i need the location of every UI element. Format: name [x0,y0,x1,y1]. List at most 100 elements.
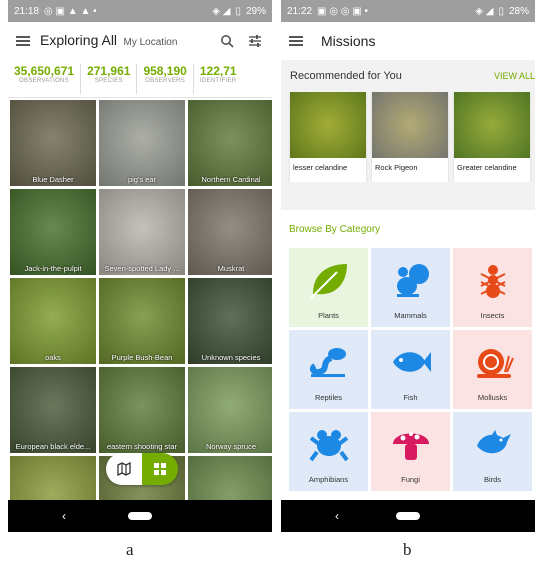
stat-observers[interactable]: 958,190 OBSERVERS [137,64,194,94]
location-text: My Location [123,37,178,48]
home-pill-icon[interactable] [396,512,420,520]
species-card[interactable]: Greater celandine [454,92,530,182]
category-label: Insects [480,311,505,320]
battery-icon: ▯ [498,5,504,17]
category-label: Plants [318,311,339,320]
species-card[interactable]: lesser celandine [290,92,366,182]
back-icon[interactable]: ‹ [62,509,66,523]
snail-icon [471,330,515,393]
observation-label: Unknown species [201,353,261,362]
search-icon[interactable] [218,32,236,50]
grid-icon [154,463,166,475]
stat-observations[interactable]: 35,650,671 OBSERVATIONS [8,64,82,94]
phone-screen-explore: 21:18 ◎ ▣ ▲ ▲ • ◈ ◢ ▯ 29% Exploring All … [8,0,272,532]
squirrel-icon [389,248,433,311]
observation-tile[interactable]: Unknown species [188,278,272,364]
leaf-icon [307,248,351,311]
stat-label: OBSERVERS [145,78,186,84]
observation-tile[interactable]: oaks [10,278,96,364]
observation-tile[interactable]: Jack-in-the-pulpit [10,189,96,275]
observation-label: eastern shooting star [106,442,178,451]
grid-view-button[interactable] [142,453,178,485]
recommended-cards: lesser celandine Rock Pigeon Greater celan… [285,92,535,182]
observation-tile[interactable]: European black elde... [10,367,96,453]
category-label: Birds [483,475,502,484]
browse-title: Browse By Category [289,224,381,235]
observation-tile[interactable]: Northern Cardinal [188,100,272,186]
observation-tile[interactable]: pig's ear [99,100,185,186]
mushroom-icon [389,412,433,475]
status-bar: 21:18 ◎ ▣ ▲ ▲ • ◈ ◢ ▯ 29% [8,0,272,22]
notification-icons: ◎ ▣ ▲ ▲ • [44,5,97,17]
category-mammals[interactable]: Mammals [371,248,450,327]
home-pill-icon[interactable] [128,512,152,520]
species-name: lesser celandine [293,163,348,172]
frog-icon [307,412,351,475]
signal-icon: ◈ ◢ [475,5,494,17]
fish-icon [389,330,433,393]
category-reptiles[interactable]: Reptiles [289,330,368,409]
battery-level: 29% [245,5,266,17]
observation-label: Purple Bush-Bean [111,353,173,362]
observation-tile[interactable]: Muskrat [188,189,272,275]
stat-value: 958,190 [143,64,187,78]
category-label: Reptiles [314,393,343,402]
observation-tile[interactable]: eastern shooting star [99,367,185,453]
panel-label-b: b [403,540,412,559]
category-fungi[interactable]: Fungi [371,412,450,491]
status-time: 21:18 [14,5,40,17]
category-mollusks[interactable]: Mollusks [453,330,532,409]
species-photo [372,92,448,158]
view-all-link[interactable]: VIEW ALL [494,71,535,81]
stat-value: 122,71 [199,64,237,78]
stat-value: 271,961 [87,64,131,78]
observation-tile[interactable]: Norway spruce [188,367,272,453]
menu-icon[interactable] [289,36,303,46]
back-icon[interactable]: ‹ [335,509,339,523]
stat-label: OBSERVATIONS [19,78,69,84]
stat-species[interactable]: 271,961 SPECIES [81,64,138,94]
menu-icon[interactable] [16,36,30,46]
category-plants[interactable]: Plants [289,248,368,327]
stat-identifiers[interactable]: 122,71 IDENTIFIER [194,64,243,94]
category-label: Fungi [401,475,420,484]
status-bar: 21:22 ▣ ◎ ◎ ▣ • ◈ ◢ ▯ 28% [281,0,535,22]
category-grid: Plants Mammals Insects Reptiles Fish Mollusks… [281,248,535,491]
category-label: Mammals [394,311,427,320]
observation-label: Northern Cardinal [201,175,261,184]
stats-bar: 35,650,671 OBSERVATIONS 271,961 SPECIES … [8,60,272,98]
battery-icon: ▯ [235,5,241,17]
lizard-icon [307,330,351,393]
observation-label: Blue Dasher [32,175,74,184]
observation-label: Jack-in-the-pulpit [24,264,82,273]
species-photo [454,92,530,158]
observation-label: pig's ear [127,175,157,184]
observation-label: oaks [45,353,61,362]
map-view-button[interactable] [106,453,142,485]
app-bar: Missions [281,22,535,60]
observation-tile[interactable]: Seven-spotted Lady ... [99,189,185,275]
title-text: Exploring All [40,32,118,48]
category-label: Amphibians [308,475,349,484]
species-name: Rock Pigeon [375,163,418,172]
category-label: Mollusks [477,393,508,402]
species-card[interactable]: Rock Pigeon [372,92,448,182]
category-insects[interactable]: Insects [453,248,532,327]
filter-icon[interactable] [246,32,264,50]
category-label: Fish [403,393,418,402]
stat-label: SPECIES [94,78,123,84]
page-title: Missions [321,33,376,49]
observation-tile[interactable]: Purple Bush-Bean [99,278,185,364]
species-photo [290,92,366,158]
panel-label-a: a [126,540,134,559]
stat-label: IDENTIFIER [200,78,237,84]
category-fish[interactable]: Fish [371,330,450,409]
page-title[interactable]: Exploring All My Location [40,32,177,50]
recommended-section: Recommended for You VIEW ALL lesser cela… [281,60,535,210]
observation-label: European black elde... [15,442,91,451]
ant-icon [471,248,515,311]
signal-icon: ◈ ◢ [212,5,231,17]
category-birds[interactable]: Birds [453,412,532,491]
category-amphibians[interactable]: Amphibians [289,412,368,491]
observation-tile[interactable]: Blue Dasher [10,100,96,186]
